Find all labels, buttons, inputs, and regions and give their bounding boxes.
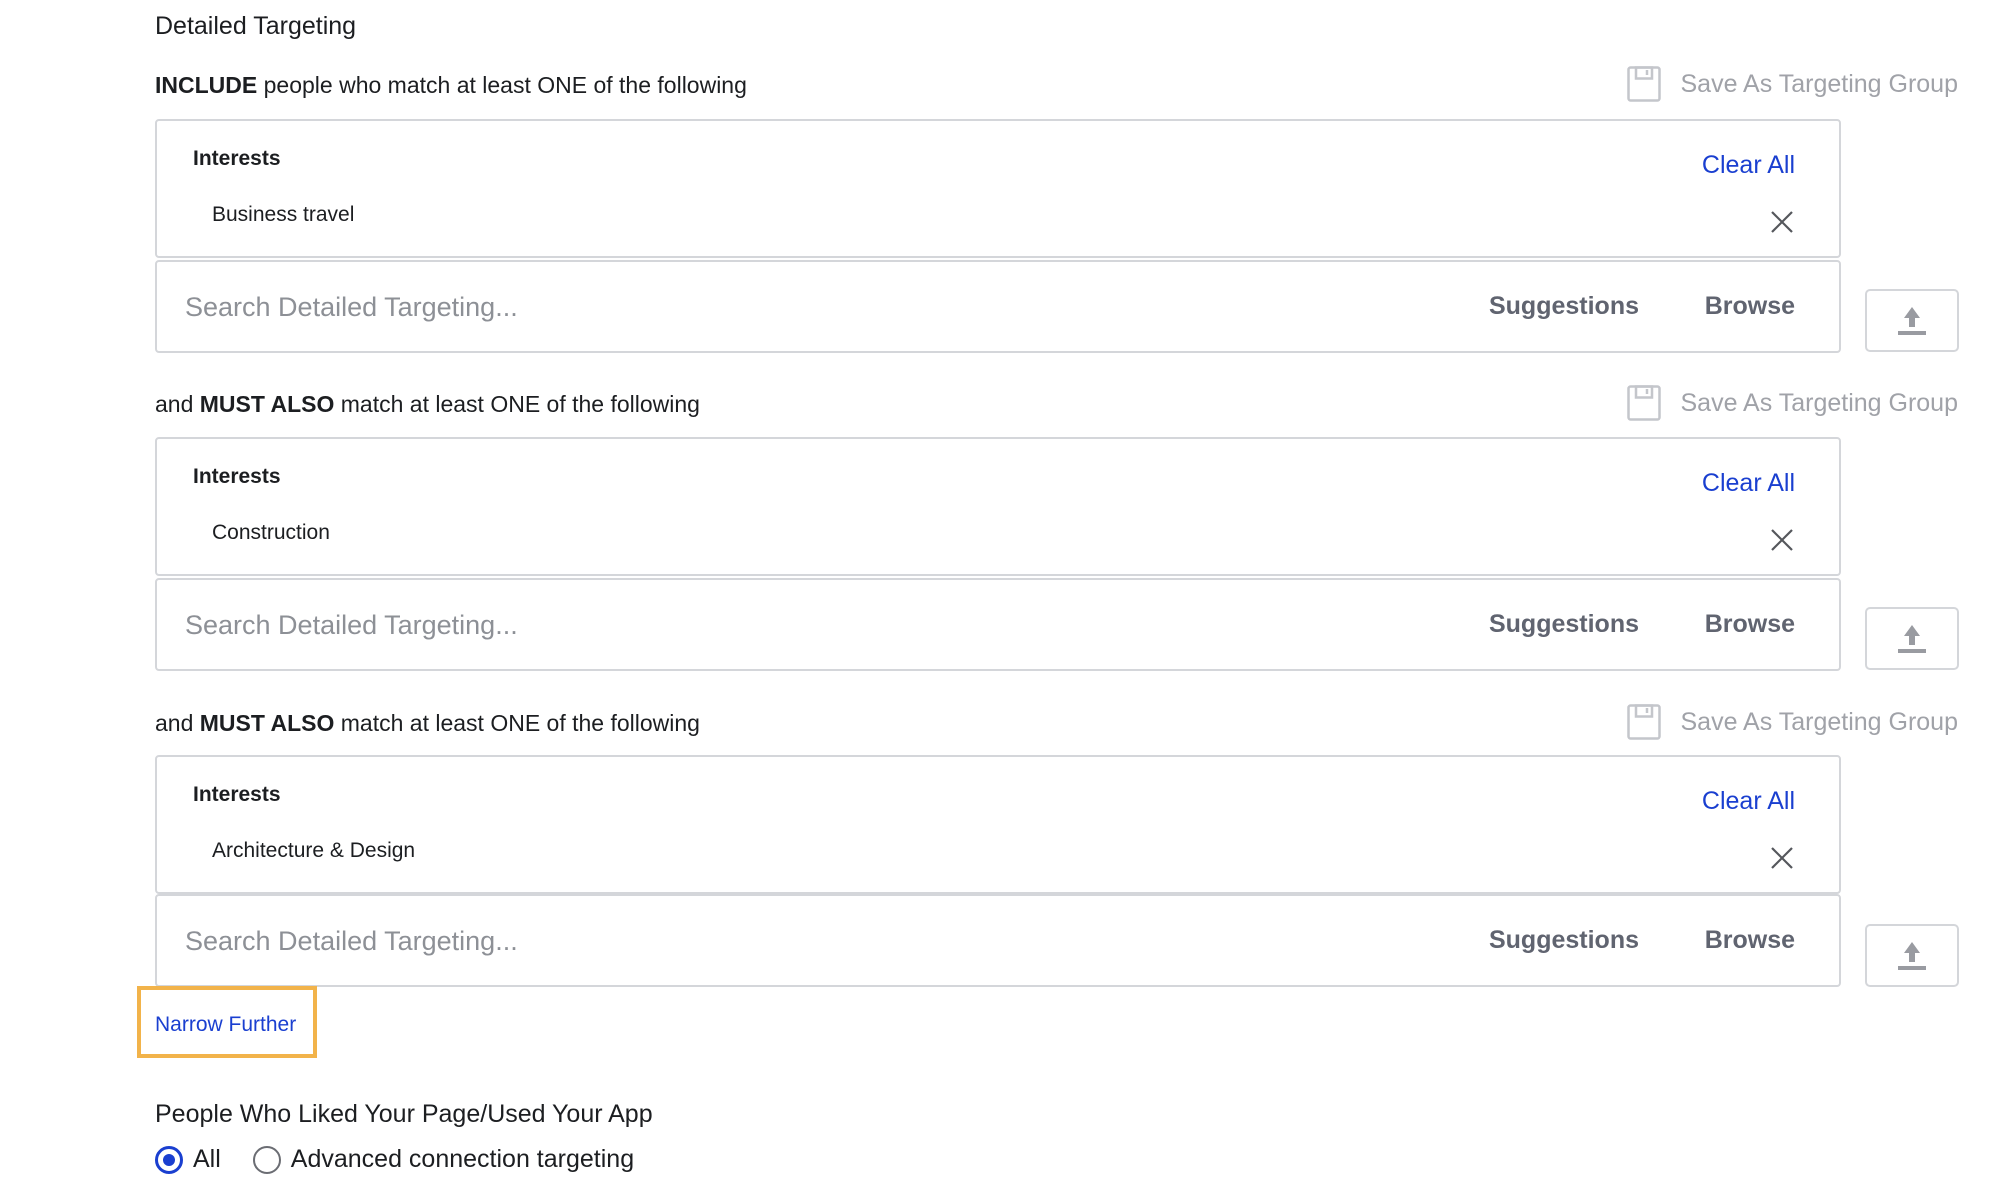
category-label: Interests bbox=[193, 465, 281, 488]
header-prefix: and bbox=[155, 391, 200, 417]
save-group-label: Save As Targeting Group bbox=[1680, 69, 1959, 98]
upload-arrow-icon bbox=[1898, 306, 1926, 335]
header-suffix: people who match at least ONE of the fol… bbox=[257, 72, 747, 98]
search-box: Suggestions Browse bbox=[155, 894, 1841, 987]
header-prefix: and bbox=[155, 710, 200, 736]
close-x-icon[interactable] bbox=[1769, 845, 1795, 871]
radio-advanced-connection-targeting[interactable] bbox=[252, 1145, 281, 1174]
include-header: INCLUDE people who match at least ONE of… bbox=[155, 72, 747, 99]
selected-targeting-box: Interests Construction Clear All bbox=[155, 437, 1841, 576]
save-as-targeting-group-button[interactable]: Save As Targeting Group bbox=[1626, 704, 1959, 740]
selected-item: Business travel bbox=[212, 203, 355, 226]
save-group-label: Save As Targeting Group bbox=[1680, 707, 1959, 736]
radio-advanced-label[interactable]: Advanced connection targeting bbox=[291, 1145, 634, 1174]
suggestions-button[interactable]: Suggestions bbox=[1489, 926, 1639, 955]
clear-all-link[interactable]: Clear All bbox=[1702, 787, 1795, 816]
category-label: Interests bbox=[193, 147, 281, 170]
upload-button[interactable] bbox=[1865, 607, 1959, 670]
selected-item: Architecture & Design bbox=[212, 839, 416, 862]
search-box: Suggestions Browse bbox=[155, 260, 1841, 353]
close-x-icon[interactable] bbox=[1769, 209, 1795, 235]
detailed-targeting-search-input[interactable] bbox=[183, 580, 1387, 671]
save-group-label: Save As Targeting Group bbox=[1680, 388, 1959, 417]
header-suffix: match at least ONE of the following bbox=[334, 391, 700, 417]
save-as-targeting-group-button[interactable]: Save As Targeting Group bbox=[1626, 66, 1959, 102]
upload-button[interactable] bbox=[1865, 924, 1959, 987]
narrow-further-link[interactable]: Narrow Further bbox=[155, 1013, 296, 1037]
floppy-disk-icon bbox=[1626, 385, 1661, 421]
radio-all[interactable] bbox=[155, 1145, 183, 1174]
selected-targeting-box: Interests Business travel Clear All bbox=[155, 119, 1841, 258]
header-bold: MUST ALSO bbox=[199, 391, 335, 417]
radio-all-label[interactable]: All bbox=[193, 1145, 221, 1174]
detailed-targeting-search-input[interactable] bbox=[183, 262, 1387, 353]
header-bold: INCLUDE bbox=[155, 72, 258, 98]
upload-button[interactable] bbox=[1865, 289, 1959, 352]
header-suffix: match at least ONE of the following bbox=[334, 710, 700, 736]
save-as-targeting-group-button[interactable]: Save As Targeting Group bbox=[1626, 385, 1959, 421]
must-also-header: and MUST ALSO match at least ONE of the … bbox=[155, 391, 700, 418]
must-also-header: and MUST ALSO match at least ONE of the … bbox=[155, 710, 700, 737]
suggestions-button[interactable]: Suggestions bbox=[1489, 610, 1639, 639]
clear-all-link[interactable]: Clear All bbox=[1702, 469, 1795, 498]
selected-item: Construction bbox=[212, 521, 330, 544]
selected-targeting-box: Interests Architecture & Design Clear Al… bbox=[155, 755, 1841, 894]
browse-button[interactable]: Browse bbox=[1705, 926, 1795, 955]
browse-button[interactable]: Browse bbox=[1705, 610, 1795, 639]
section-title: Detailed Targeting bbox=[155, 12, 357, 40]
floppy-disk-icon bbox=[1626, 704, 1661, 740]
clear-all-link[interactable]: Clear All bbox=[1702, 151, 1795, 180]
detailed-targeting-search-input[interactable] bbox=[183, 896, 1387, 987]
upload-arrow-icon bbox=[1898, 624, 1926, 653]
category-label: Interests bbox=[193, 783, 281, 806]
connections-heading: People Who Liked Your Page/Used Your App bbox=[155, 1100, 653, 1128]
floppy-disk-icon bbox=[1626, 66, 1661, 102]
connections-radio-group: All Advanced connection targeting bbox=[155, 1145, 666, 1174]
browse-button[interactable]: Browse bbox=[1705, 292, 1795, 321]
search-box: Suggestions Browse bbox=[155, 578, 1841, 671]
close-x-icon[interactable] bbox=[1769, 527, 1795, 553]
suggestions-button[interactable]: Suggestions bbox=[1489, 292, 1639, 321]
header-bold: MUST ALSO bbox=[199, 710, 335, 736]
upload-arrow-icon bbox=[1898, 941, 1926, 970]
